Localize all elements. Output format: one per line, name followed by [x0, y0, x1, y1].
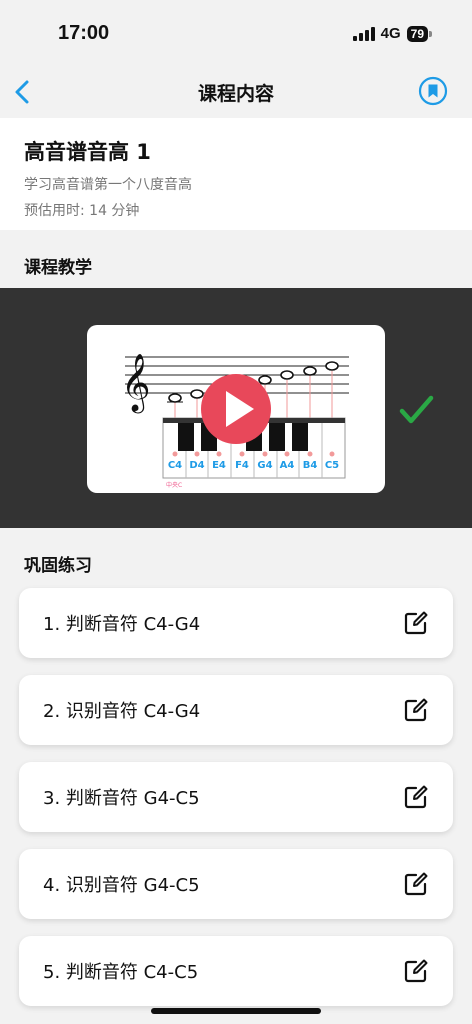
practice-item[interactable]: 2. 识别音符 C4-G4	[19, 675, 453, 745]
practice-item-label: 2. 识别音符 C4-G4	[43, 701, 201, 722]
key-label-d4: D4	[189, 460, 204, 471]
status-time: 17:00	[58, 22, 110, 44]
edit-icon[interactable]	[403, 697, 429, 723]
status-bar: 17:00 4G 79	[0, 0, 472, 70]
check-icon	[399, 395, 434, 424]
practice-item[interactable]: 3. 判断音符 G4-C5	[19, 762, 453, 832]
practice-item-label: 1. 判断音符 C4-G4	[43, 614, 201, 635]
key-label-f4: F4	[235, 460, 249, 471]
practice-section-title: 巩固练习	[24, 556, 92, 576]
course-title: 高音谱音高 1	[24, 140, 151, 164]
lesson-video-area: 𝄞 C4 D4 E4 F4 G4 A4 B4 C5 中央C	[0, 288, 472, 528]
network-type: 4G	[380, 25, 401, 42]
signal-icon	[352, 26, 375, 41]
play-icon[interactable]	[201, 374, 271, 444]
key-label-b4: B4	[303, 460, 318, 471]
course-duration: 预估用时: 14 分钟	[24, 203, 140, 219]
status-indicators: 4G 79	[352, 25, 432, 42]
lesson-video-thumbnail[interactable]: 𝄞 C4 D4 E4 F4 G4 A4 B4 C5 中央C	[87, 325, 385, 493]
edit-icon[interactable]	[403, 958, 429, 984]
course-info: 高音谱音高 1 学习高音谱第一个八度音高 预估用时: 14 分钟	[0, 118, 472, 230]
practice-item[interactable]: 4. 识别音符 G4-C5	[19, 849, 453, 919]
home-indicator[interactable]	[151, 1008, 321, 1014]
key-label-e4: E4	[212, 460, 226, 471]
staff-keyboard-illustration: 𝄞 C4 D4 E4 F4 G4 A4 B4 C5 中央C	[121, 353, 349, 489]
edit-icon[interactable]	[403, 871, 429, 897]
key-label-a4: A4	[280, 460, 295, 471]
lesson-section-title: 课程教学	[24, 258, 92, 278]
page-title: 课程内容	[197, 83, 274, 105]
battery-icon: 79	[406, 25, 432, 42]
practice-item-label: 5. 判断音符 C4-C5	[43, 962, 199, 983]
key-label-c4: C4	[168, 460, 182, 471]
key-label-g4: G4	[257, 460, 272, 471]
key-label-c5: C5	[325, 460, 339, 471]
battery-level: 79	[406, 25, 428, 42]
nav-bar: 课程内容	[0, 70, 472, 114]
practice-item[interactable]: 5. 判断音符 C4-C5	[19, 936, 453, 1006]
edit-icon[interactable]	[403, 610, 429, 636]
course-subtitle: 学习高音谱第一个八度音高	[24, 177, 192, 193]
edit-icon[interactable]	[403, 784, 429, 810]
middle-c-label: 中央C	[166, 481, 182, 489]
treble-clef-icon: 𝄞	[121, 353, 151, 414]
practice-item[interactable]: 1. 判断音符 C4-G4	[19, 588, 453, 658]
bookmark-icon[interactable]	[418, 76, 448, 106]
practice-item-label: 4. 识别音符 G4-C5	[43, 875, 200, 896]
practice-item-label: 3. 判断音符 G4-C5	[43, 788, 200, 809]
